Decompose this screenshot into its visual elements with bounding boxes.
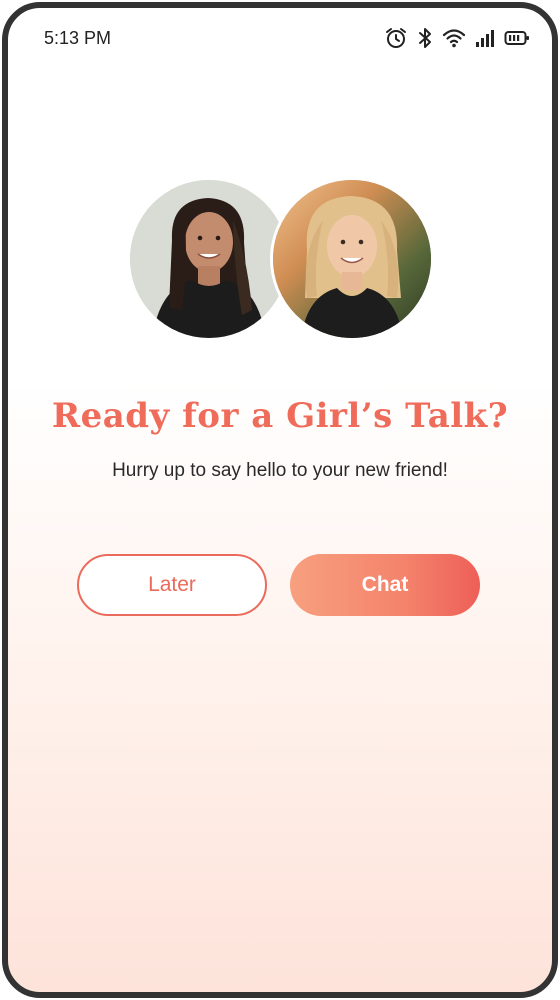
status-icons (384, 26, 530, 50)
avatar-user (130, 180, 288, 338)
status-bar: 5:13 PM (8, 8, 552, 68)
match-title: Ready for a Girl’s Talk? (51, 396, 509, 436)
signal-icon (475, 28, 495, 48)
alarm-icon (384, 26, 408, 50)
status-time: 5:13 PM (44, 28, 112, 48)
later-button[interactable]: Later (77, 554, 267, 616)
wifi-icon (442, 27, 466, 49)
battery-icon (504, 28, 530, 48)
phone-frame: 5:13 PM Ready for a Girl’s Talk? Hurry u… (2, 2, 558, 998)
bluetooth-icon (417, 26, 433, 50)
match-subtitle: Hurry up to say hello to your new friend… (112, 460, 448, 481)
match-avatars (130, 177, 434, 345)
avatar-friend (270, 177, 434, 341)
chat-button[interactable]: Chat (290, 554, 480, 616)
